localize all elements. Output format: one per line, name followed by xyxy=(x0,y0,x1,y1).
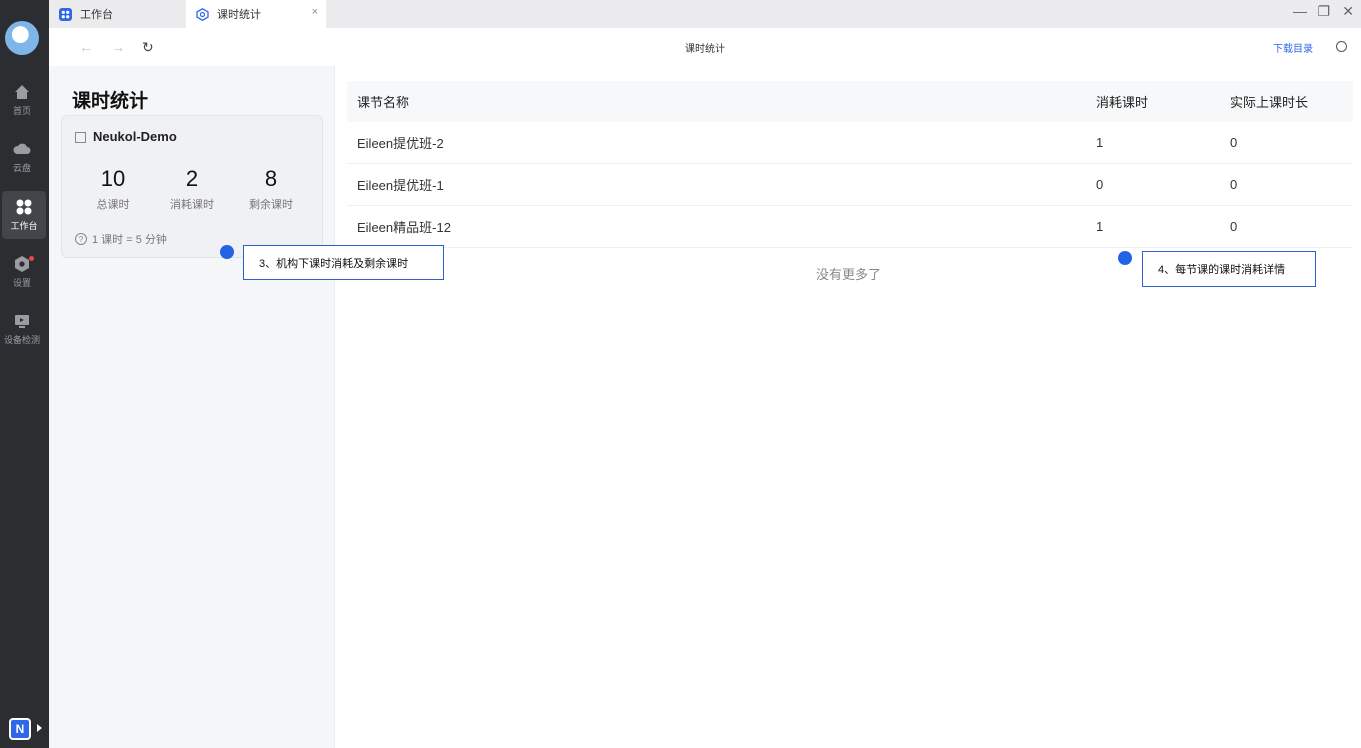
organization-name: Neukol-Demo xyxy=(93,129,177,144)
sidebar-item-settings[interactable]: 设置 xyxy=(0,248,44,296)
restore-icon[interactable]: ❐ xyxy=(1317,3,1330,20)
compass-icon[interactable] xyxy=(1336,41,1347,52)
home-icon xyxy=(15,85,29,99)
table-cell: 1 xyxy=(1096,135,1104,150)
stat-remaining: 8 剩余课时 xyxy=(231,166,311,212)
sidebar-item-home[interactable]: 首页 xyxy=(0,76,44,124)
conversion-note: ? 1 课时 = 5 分钟 xyxy=(75,231,167,247)
navigation-bar: ← → ↻ 课时统计 下载目录 xyxy=(49,28,1361,66)
app-sidebar: 首页 云盘 工作台 设置 设备检测 N xyxy=(0,0,49,748)
table-cell: 0 xyxy=(1230,219,1238,234)
conversion-note-text: 1 课时 = 5 分钟 xyxy=(92,234,167,246)
sidebar-item-workbench[interactable]: 工作台 xyxy=(2,191,46,239)
stat-value: 2 xyxy=(185,166,199,191)
table-cell: 0 xyxy=(1230,177,1238,192)
table-cell: Eileen提优班-1 xyxy=(357,178,444,193)
tab-workbench[interactable]: 工作台 xyxy=(55,0,185,28)
tab-label: 工作台 xyxy=(80,9,113,21)
table-header: 课节名称 消耗课时 实际上课时长 xyxy=(347,81,1353,122)
stat-label: 消耗课时 xyxy=(170,199,214,211)
stats-side-panel: 课时统计 Neukol-Demo 10 总课时 2 消耗课时 8 剩余课时 ? … xyxy=(49,66,335,748)
device-check-icon xyxy=(15,315,29,328)
sidebar-item-label: 云盘 xyxy=(12,163,31,173)
close-icon[interactable]: × xyxy=(312,6,318,18)
annotation-callout: 4、每节课的课时消耗详情 xyxy=(1142,251,1316,287)
table-cell: 1 xyxy=(1096,219,1104,234)
sidebar-item-label: 设备检测 xyxy=(3,335,40,345)
minimize-icon[interactable]: — xyxy=(1293,3,1307,19)
stat-label: 剩余课时 xyxy=(249,199,293,211)
building-icon xyxy=(75,132,86,143)
tab-bar: 工作台 课时统计 × — ❐ ✕ xyxy=(49,0,1361,28)
organization-card: Neukol-Demo 10 总课时 2 消耗课时 8 剩余课时 ? 1 课时 … xyxy=(61,115,323,258)
page-header-title: 课时统计 xyxy=(685,44,725,55)
annotation-marker xyxy=(220,245,234,259)
workbench-tab-icon xyxy=(59,7,72,21)
table-row[interactable]: Eileen提优班-2 1 0 xyxy=(347,122,1353,164)
lesson-table: 课节名称 消耗课时 实际上课时长 Eileen提优班-2 1 0 Eileen提… xyxy=(347,81,1353,248)
stat-value: 8 xyxy=(264,166,278,191)
table-cell: Eileen提优班-2 xyxy=(357,136,444,151)
workbench-icon xyxy=(16,199,32,215)
table-cell: 0 xyxy=(1096,177,1104,192)
table-cell: 0 xyxy=(1230,135,1238,150)
annotation-marker xyxy=(1118,251,1132,265)
table-row[interactable]: Eileen提优班-1 0 0 xyxy=(347,164,1353,206)
stat-value: 10 xyxy=(100,166,126,191)
window-close-icon[interactable]: ✕ xyxy=(1342,3,1354,20)
sidebar-item-label: 首页 xyxy=(12,106,31,116)
column-header: 实际上课时长 xyxy=(1230,95,1309,110)
stat-total: 10 总课时 xyxy=(73,166,153,212)
tab-lesson-stats[interactable]: 课时统计 × xyxy=(186,0,326,28)
annotation-callout: 3、机构下课时消耗及剩余课时 xyxy=(243,245,444,280)
app-switcher-badge[interactable]: N xyxy=(9,718,31,740)
stat-label: 总课时 xyxy=(96,199,130,211)
sidebar-item-label: 设置 xyxy=(12,278,31,288)
column-header: 消耗课时 xyxy=(1096,95,1149,110)
question-icon: ? xyxy=(75,233,87,245)
notification-dot xyxy=(29,256,34,261)
user-avatar[interactable] xyxy=(5,21,39,55)
sidebar-item-device-check[interactable]: 设备检测 xyxy=(0,305,44,353)
sidebar-item-label: 工作台 xyxy=(10,221,38,231)
cloud-icon xyxy=(13,143,31,154)
sidebar-item-cloud[interactable]: 云盘 xyxy=(0,133,44,181)
download-directory-link[interactable]: 下载目录 xyxy=(1273,40,1313,55)
lesson-stats-tab-icon xyxy=(196,7,209,21)
table-row[interactable]: Eileen精品班-12 1 0 xyxy=(347,206,1353,248)
table-cell: Eileen精品班-12 xyxy=(357,220,451,235)
tab-label: 课时统计 xyxy=(217,9,261,21)
stat-consumed: 2 消耗课时 xyxy=(152,166,232,212)
page-title: 课时统计 xyxy=(72,91,149,112)
lesson-detail-content: 课节名称 消耗课时 实际上课时长 Eileen提优班-2 1 0 Eileen提… xyxy=(336,66,1361,748)
column-header: 课节名称 xyxy=(357,95,410,110)
expand-arrow-icon[interactable] xyxy=(37,724,42,732)
